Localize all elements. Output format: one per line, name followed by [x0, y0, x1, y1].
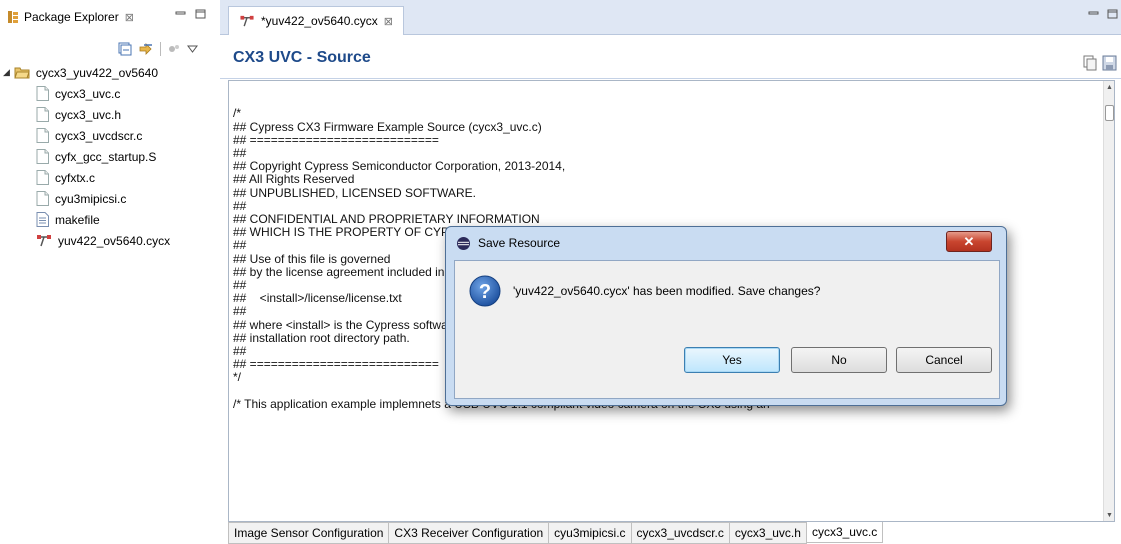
- tab-cx3-receiver-configuration[interactable]: CX3 Receiver Configuration: [389, 522, 550, 544]
- tab-cycx3-uvc-c[interactable]: cycx3_uvc.c: [806, 522, 884, 543]
- file-name: cycx3_uvc.c: [55, 86, 121, 101]
- package-explorer-icon: [8, 11, 18, 23]
- tree-item-file[interactable]: makefile: [36, 209, 100, 230]
- h-file-icon: [36, 107, 49, 122]
- file-name: cyu3mipicsi.c: [55, 191, 127, 206]
- file-name: makefile: [55, 212, 100, 227]
- minimize-icon[interactable]: [175, 9, 186, 19]
- close-icon[interactable]: ⊠: [384, 15, 393, 28]
- tree-item-file[interactable]: cycx3_uvc.c: [36, 83, 120, 104]
- tree-item-file[interactable]: cyfx_gcc_startup.S: [36, 146, 156, 167]
- file-name: cycx3_uvc.h: [55, 107, 122, 122]
- close-icon: ✕: [963, 233, 975, 249]
- tree-item-file[interactable]: cycx3_uvc.h: [36, 104, 121, 125]
- tree-item-project[interactable]: ◢ cycx3_yuv422_ov5640: [3, 62, 158, 83]
- tab-package-explorer-label: Package Explorer: [24, 10, 119, 24]
- cancel-button[interactable]: Cancel: [896, 347, 992, 373]
- tab-image-sensor-configuration[interactable]: Image Sensor Configuration: [228, 522, 390, 544]
- tree-item-file[interactable]: yuv422_ov5640.cycx: [36, 230, 196, 251]
- svg-text:?: ?: [479, 281, 491, 303]
- dialog-close-button[interactable]: ✕: [946, 231, 992, 252]
- scroll-up-arrow-icon[interactable]: ▲: [1106, 84, 1113, 91]
- scroll-down-arrow-icon[interactable]: ▼: [1106, 512, 1113, 519]
- toolbar-separator: [160, 42, 161, 56]
- eclipse-icon: [457, 237, 470, 250]
- dialog-message: 'yuv422_ov5640.cycx' has been modified. …: [513, 284, 821, 298]
- tab-cyu3mipicsi-c[interactable]: cyu3mipicsi.c: [549, 522, 632, 544]
- tree-item-file[interactable]: cycx3_uvcdscr.c: [36, 125, 142, 146]
- tab-editor-file[interactable]: *yuv422_ov5640.cycx ⊠: [228, 6, 404, 35]
- c-file-icon: [36, 191, 49, 206]
- tab-cycx3-uvcdscr-c[interactable]: cycx3_uvcdscr.c: [631, 522, 730, 544]
- question-icon: ?: [469, 275, 501, 307]
- makefile-icon: [36, 212, 49, 227]
- project-folder-icon: [14, 67, 30, 79]
- tab-editor-label: *yuv422_ov5640.cycx: [261, 14, 378, 28]
- file-name: cycx3_uvcdscr.c: [55, 128, 143, 143]
- tab-package-explorer[interactable]: Package Explorer ⊠: [0, 4, 134, 30]
- link-with-editor-icon[interactable]: [138, 41, 154, 57]
- collapse-all-icon[interactable]: [118, 42, 132, 56]
- save-resource-dialog: Save Resource ✕ ? 'yuv422_ov5640.cycx' h…: [445, 226, 1007, 406]
- no-button[interactable]: No: [791, 347, 887, 373]
- yes-button[interactable]: Yes: [684, 347, 780, 373]
- tree-item-file[interactable]: cyu3mipicsi.c: [36, 188, 126, 209]
- close-icon[interactable]: ⊠: [125, 11, 134, 24]
- package-explorer-view: Package Explorer ⊠ ◢ cycx3_yuv422_ov5640…: [0, 0, 220, 542]
- expand-arrow-icon[interactable]: ◢: [3, 67, 10, 78]
- c-file-icon: [36, 86, 49, 101]
- dialog-title: Save Resource: [478, 236, 561, 250]
- scrollbar-thumb[interactable]: [1105, 105, 1114, 121]
- file-name: yuv422_ov5640.cycx: [58, 233, 171, 248]
- minimize-icon[interactable]: [1088, 9, 1099, 19]
- copy-icon[interactable]: [1083, 55, 1097, 71]
- cycx-config-icon: [37, 235, 51, 247]
- editor-page-tabs: Image Sensor Configuration CX3 Receiver …: [228, 522, 884, 544]
- save-icon[interactable]: [1102, 55, 1117, 71]
- c-file-icon: [36, 128, 49, 143]
- cycx-config-icon: [240, 15, 254, 27]
- editor-title: CX3 UVC - Source: [233, 49, 371, 66]
- vertical-scrollbar[interactable]: ▲ ▼: [1103, 81, 1114, 521]
- focus-task-icon[interactable]: [167, 42, 181, 56]
- c-file-icon: [36, 170, 49, 185]
- tree-item-file[interactable]: cyfxtx.c: [36, 167, 95, 188]
- maximize-icon[interactable]: [1107, 9, 1118, 19]
- maximize-icon[interactable]: [195, 9, 206, 19]
- view-menu-icon[interactable]: [187, 45, 198, 53]
- file-name: cyfxtx.c: [55, 170, 96, 185]
- tab-cycx3-uvc-h[interactable]: cycx3_uvc.h: [729, 522, 807, 544]
- s-file-icon: [36, 149, 49, 164]
- project-name: cycx3_yuv422_ov5640: [35, 65, 159, 80]
- package-explorer-tabbar: Package Explorer ⊠: [0, 0, 220, 34]
- editor-tabbar: *yuv422_ov5640.cycx ⊠: [220, 0, 1121, 35]
- package-explorer-toolbar: [118, 39, 198, 59]
- file-name: cyfx_gcc_startup.S: [55, 149, 157, 164]
- dialog-content: ? 'yuv422_ov5640.cycx' has been modified…: [454, 260, 1000, 399]
